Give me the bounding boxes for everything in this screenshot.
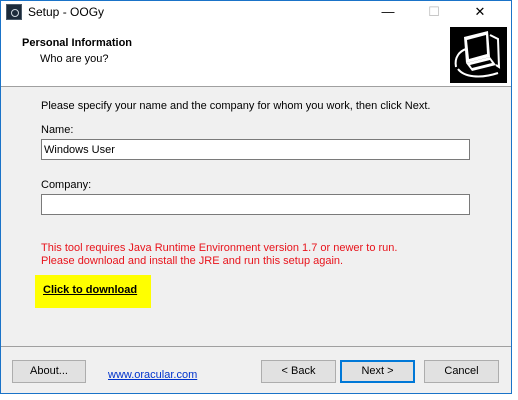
download-link[interactable]: Click to download	[43, 284, 137, 296]
app-icon	[6, 4, 22, 20]
page-title: Personal Information	[22, 37, 133, 49]
window-title: Setup - OOGy	[28, 5, 105, 19]
warning-line-1: This tool requires Java Runtime Environm…	[41, 242, 398, 254]
maximize-button[interactable]: ☐	[411, 1, 457, 23]
minimize-button[interactable]: —	[365, 1, 411, 23]
title-bar[interactable]: Setup - OOGy — ☐ ✕	[1, 1, 511, 23]
intro-text: Please specify your name and the company…	[41, 100, 431, 112]
company-input[interactable]	[41, 194, 470, 215]
setup-window: Setup - OOGy — ☐ ✕ Personal Information …	[0, 0, 512, 394]
back-button[interactable]: < Back	[261, 360, 336, 383]
java-warning: This tool requires Java Runtime Environm…	[41, 242, 397, 268]
wizard-header: Personal Information Who are you?	[1, 23, 511, 87]
page-subtitle: Who are you?	[40, 53, 109, 65]
cancel-button[interactable]: Cancel	[424, 360, 499, 383]
name-input[interactable]	[41, 139, 470, 160]
next-button[interactable]: Next >	[340, 360, 415, 383]
computer-setup-icon	[450, 27, 507, 83]
warning-line-2: Please download and install the JRE and …	[41, 255, 344, 267]
name-label: Name:	[41, 124, 74, 136]
company-label: Company:	[41, 179, 92, 191]
wizard-content: Please specify your name and the company…	[1, 88, 511, 338]
close-button[interactable]: ✕	[457, 1, 503, 23]
about-button[interactable]: About...	[12, 360, 86, 383]
website-link[interactable]: www.oracular.com	[108, 369, 197, 381]
footer-divider	[1, 346, 511, 347]
